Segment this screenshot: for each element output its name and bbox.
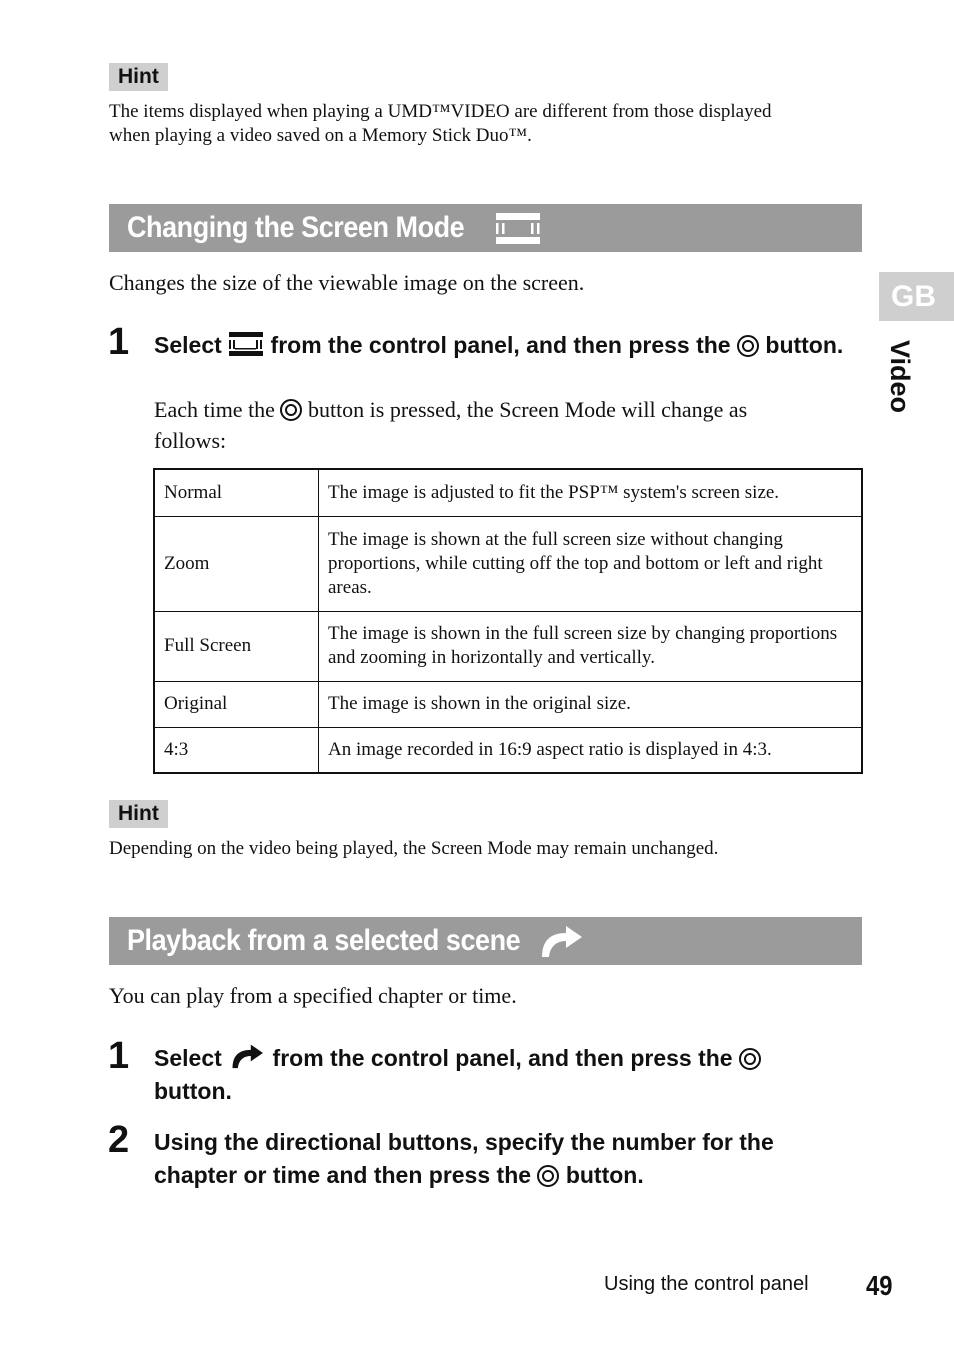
step-number: 2 [108,1119,130,1161]
table-row: Full Screen The image is shown in the fu… [153,610,863,682]
chapter-label: Video [885,340,915,414]
mode-description: The image is shown in the original size. [318,680,863,728]
curved-arrow-icon [541,926,582,957]
circle-button-icon [537,1165,560,1187]
mode-description: The image is shown at the full screen si… [318,515,863,612]
screen-modes-table: Normal The image is adjusted to fit the … [153,468,863,774]
step-text: Select [154,1045,222,1071]
step-text: button. [154,1078,232,1104]
curved-arrow-icon [232,1044,264,1069]
step-instruction: Select from the control panel, and then … [154,1042,854,1108]
table-row: Original The image is shown in the origi… [153,680,863,728]
language-tab: GB [879,272,954,321]
hint-text: The items displayed when playing a UMD™V… [109,100,869,148]
hint-text-line: The items displayed when playing a UMD™V… [109,101,772,122]
hint-badge: Hint [109,800,168,828]
hint-text-line: when playing a video saved on a Memory S… [109,125,532,146]
note-text: button is pressed, the Screen Mode will … [307,397,748,422]
page-number: 49 [866,1270,893,1301]
mode-description: An image recorded in 16:9 aspect ratio i… [318,726,863,774]
step-number: 1 [108,1035,130,1077]
screen-mode-icon [495,213,540,244]
step-text: button. [765,332,844,358]
section-header-playback-scene: Playback from a selected scene [109,917,862,965]
step-instruction: Select from the control panel, and then … [154,329,854,362]
note-text: Each time the [154,397,275,422]
mode-name: Full Screen [153,610,319,682]
step-text: Select [154,332,222,358]
section-title: Playback from a selected scene [127,924,521,957]
step-instruction: Using the directional buttons, specify t… [154,1126,854,1192]
circle-button-icon [280,399,303,421]
step-number: 1 [108,321,130,363]
hint-text: Depending on the video being played, the… [109,838,719,859]
step-note: Each time the button is pressed, the Scr… [154,394,834,456]
circle-button-icon [737,335,759,357]
step-text: chapter or time and then press the [154,1162,532,1188]
note-text: follows: [154,428,227,453]
mode-name: Original [153,680,319,728]
mode-name: Normal [153,468,319,517]
section-title: Changing the Screen Mode [127,211,465,244]
footer-section-label: Using the control panel [604,1273,809,1295]
screen-mode-icon [229,332,264,356]
step-text: Using the directional buttons, specify t… [154,1129,774,1155]
mode-name: Zoom [153,515,319,612]
hint-badge: Hint [109,63,168,91]
table-row: Normal The image is adjusted to fit the … [153,468,863,517]
step-text: from the control panel, and then press t… [272,1045,733,1071]
step-text: button. [565,1162,644,1188]
step-text: from the control panel, and then press t… [270,332,731,358]
section-intro: Changes the size of the viewable image o… [109,270,585,295]
mode-description: The image is shown in the full screen si… [318,610,863,682]
table-row: 4:3 An image recorded in 16:9 aspect rat… [153,726,863,774]
table-row: Zoom The image is shown at the full scre… [153,515,863,612]
section-header-screen-mode: Changing the Screen Mode [109,204,862,252]
mode-name: 4:3 [153,726,319,774]
section-intro: You can play from a specified chapter or… [109,983,517,1008]
mode-description: The image is adjusted to fit the PSP™ sy… [318,468,863,517]
circle-button-icon [739,1048,761,1070]
